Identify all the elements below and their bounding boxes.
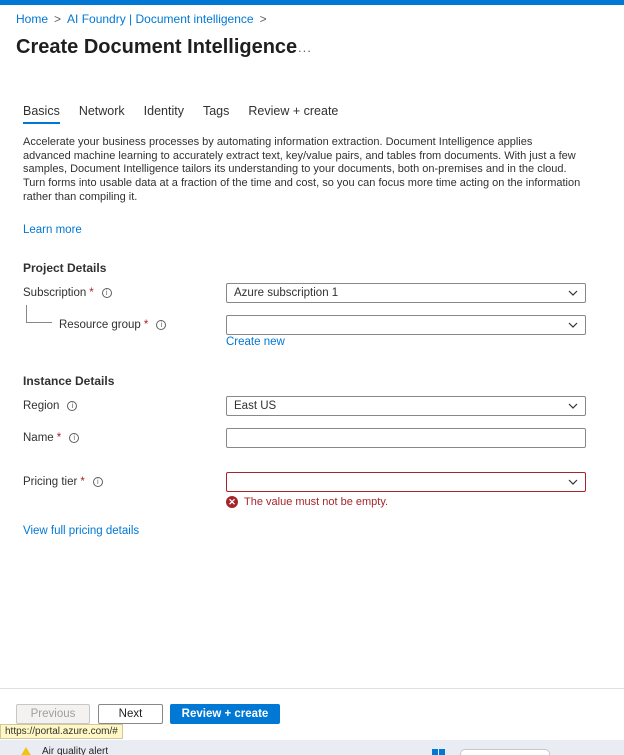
chevron-down-icon (568, 403, 578, 409)
resource-group-label-text: Resource group (59, 319, 141, 331)
tab-basics[interactable]: Basics (23, 104, 60, 124)
resource-group-label: Resource group * i (59, 319, 167, 331)
chevron-down-icon (568, 322, 578, 328)
footer-divider (0, 688, 624, 689)
tree-connector (26, 322, 52, 323)
breadcrumb: Home > AI Foundry | Document intelligenc… (16, 12, 267, 26)
info-icon[interactable]: i (101, 288, 112, 298)
more-options-icon[interactable]: ... (298, 40, 312, 55)
tab-identity[interactable]: Identity (144, 104, 184, 124)
region-label: Region i (23, 400, 78, 412)
project-details-heading: Project Details (23, 261, 107, 275)
status-bar-url: https://portal.azure.com/# (0, 724, 123, 739)
warning-icon (20, 747, 32, 755)
breadcrumb-home[interactable]: Home (16, 12, 48, 26)
previous-button[interactable]: Previous (16, 704, 90, 724)
subscription-value: Azure subscription 1 (234, 287, 339, 299)
chevron-down-icon (568, 479, 578, 485)
pricing-tier-error-text: The value must not be empty. (244, 496, 389, 508)
required-marker: * (89, 287, 94, 299)
instance-details-heading: Instance Details (23, 374, 115, 388)
resource-group-dropdown[interactable] (226, 315, 586, 335)
chevron-down-icon (568, 290, 578, 296)
info-icon[interactable]: i (156, 320, 167, 330)
taskbar: Air quality alert (0, 740, 624, 755)
windows-start-icon[interactable] (432, 749, 446, 755)
region-value: East US (234, 400, 277, 412)
breadcrumb-separator: > (259, 12, 267, 26)
subscription-dropdown[interactable]: Azure subscription 1 (226, 283, 586, 303)
air-quality-alert[interactable]: Air quality alert (42, 746, 108, 755)
subscription-label: Subscription * i (23, 287, 112, 299)
create-new-link[interactable]: Create new (226, 336, 285, 348)
pricing-tier-label-text: Pricing tier (23, 476, 78, 488)
name-label: Name * i (23, 432, 80, 444)
required-marker: * (143, 319, 149, 331)
name-label-text: Name (23, 432, 54, 444)
learn-more-link[interactable]: Learn more (23, 224, 82, 236)
pricing-tier-label: Pricing tier * i (23, 476, 103, 488)
pricing-tier-dropdown[interactable] (226, 472, 586, 492)
subscription-label-text: Subscription (23, 287, 87, 299)
tab-network[interactable]: Network (79, 104, 125, 124)
review-create-button[interactable]: Review + create (170, 704, 280, 724)
name-input[interactable] (226, 428, 586, 448)
top-accent-bar (0, 0, 624, 5)
info-icon[interactable]: i (67, 401, 78, 411)
tree-connector (26, 305, 27, 322)
description-text: Accelerate your business processes by au… (23, 136, 581, 203)
tab-bar: Basics Network Identity Tags Review + cr… (23, 104, 357, 124)
error-icon: ✕ (226, 496, 238, 508)
info-icon[interactable]: i (92, 477, 103, 487)
breadcrumb-separator: > (54, 12, 62, 26)
tab-review-create[interactable]: Review + create (248, 104, 338, 124)
pricing-tier-error: ✕ The value must not be empty. (226, 496, 388, 508)
tab-tags[interactable]: Tags (203, 104, 229, 124)
required-marker: * (56, 432, 62, 444)
info-icon[interactable]: i (69, 433, 80, 443)
region-label-text: Region (23, 400, 60, 412)
next-button[interactable]: Next (98, 704, 163, 724)
region-dropdown[interactable]: East US (226, 396, 586, 416)
taskbar-search[interactable] (460, 749, 550, 755)
page-title: Create Document Intelligence (16, 36, 298, 58)
breadcrumb-parent[interactable]: AI Foundry | Document intelligence (67, 12, 254, 26)
required-marker: * (80, 476, 85, 488)
view-pricing-link[interactable]: View full pricing details (23, 525, 139, 537)
